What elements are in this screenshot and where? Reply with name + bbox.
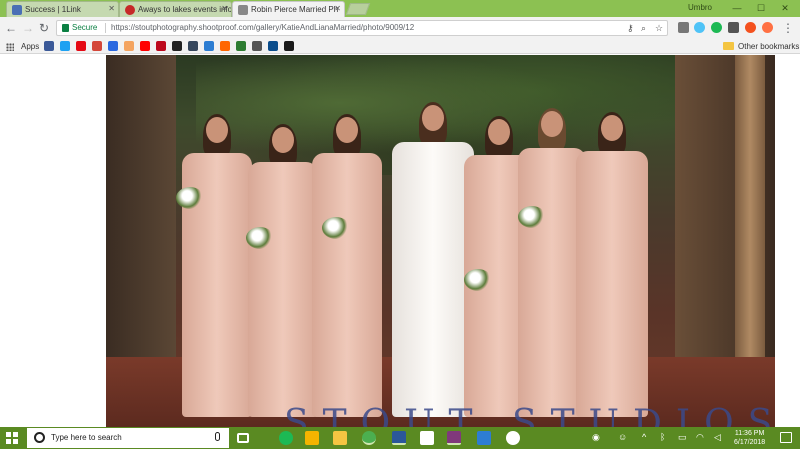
bluetooth-icon[interactable]: ᛒ [660, 432, 665, 442]
tab-favicon [125, 5, 135, 15]
key-icon[interactable]: ⚷ [627, 23, 634, 34]
bookmark-twitter-icon[interactable] [60, 41, 70, 51]
tab-label: Success | 1Link [25, 5, 81, 14]
new-tab-button[interactable] [345, 3, 371, 15]
close-window-icon[interactable]: ✕ [776, 1, 794, 15]
taskbar-word-icon[interactable] [392, 431, 406, 445]
taskbar-app-icon[interactable] [506, 431, 520, 445]
profile-name[interactable]: Umbro [688, 3, 712, 12]
taskbar-sticky-notes-icon[interactable] [420, 431, 434, 445]
bookmark-bookmark-icon[interactable] [284, 41, 294, 51]
bridesmaid-figure [312, 114, 382, 417]
taskbar-messaging-icon[interactable] [477, 431, 491, 445]
bookmark-imdb-icon[interactable] [172, 41, 182, 51]
bookmark-bookmark-icon[interactable] [204, 41, 214, 51]
lock-icon [62, 24, 69, 32]
page-content: STOUT STUDIOS [0, 55, 800, 427]
tab-label: Aways to lakes events info [138, 5, 232, 14]
tab-strip: Success | 1Link ✕ Aways to lakes events … [0, 0, 800, 17]
apps-shortcut[interactable]: Apps [21, 42, 39, 51]
search-placeholder: Type here to search [51, 433, 122, 442]
taskbar-chrome-icon[interactable] [362, 431, 376, 445]
forward-arrow-icon[interactable]: → [21, 21, 35, 35]
tab-close-icon[interactable]: ✕ [221, 4, 228, 13]
bookmark-bookmark-icon[interactable] [268, 41, 278, 51]
windows-start-icon[interactable] [6, 432, 18, 444]
taskbar: Type here to search ◉ ☺ ^ ᛒ ▭ ◠ ◁ 11:36 … [0, 427, 800, 449]
bookmark-youtube-icon[interactable] [140, 41, 150, 51]
taskbar-task-view-icon[interactable] [237, 433, 249, 443]
bookmarks-bar: Apps Other bookmarks [0, 39, 800, 54]
extension-icon[interactable] [694, 22, 705, 33]
notifications-icon[interactable] [780, 432, 792, 443]
tab-close-icon[interactable]: ✕ [108, 4, 115, 13]
reload-icon[interactable]: ↻ [37, 21, 51, 35]
bridesmaid-figure [576, 112, 648, 417]
extension-icon[interactable] [762, 22, 773, 33]
bookmark-pinterest-icon[interactable] [156, 41, 166, 51]
bridesmaid-figure [246, 124, 318, 417]
folder-icon [723, 42, 734, 50]
bookmark-pandora-icon[interactable] [108, 41, 118, 51]
address-bar[interactable]: Secure https://stoutphotography.shootpro… [56, 20, 668, 36]
browser-toolbar: ← → ↻ Secure https://stoutphotography.sh… [0, 17, 800, 39]
bookmark-facebook-icon[interactable] [44, 41, 54, 51]
menu-icon[interactable]: ⋮ [781, 21, 795, 35]
search-icon [34, 432, 45, 443]
extension-icon[interactable] [728, 22, 739, 33]
bookmark-bookmark-icon[interactable] [124, 41, 134, 51]
wifi-icon[interactable]: ◠ [696, 432, 704, 443]
taskbar-onenote-icon[interactable] [447, 431, 461, 445]
tab-favicon [12, 5, 22, 15]
security-label: Secure [72, 23, 98, 32]
tab-label: Robin Pierce Married Ph [251, 5, 339, 14]
bookmark-netflix-icon[interactable] [76, 41, 86, 51]
show-hidden-icons-chevron[interactable]: ^ [642, 432, 646, 442]
volume-icon[interactable]: ◁ [714, 432, 721, 443]
bridesmaid-figure [176, 114, 252, 417]
divider [105, 23, 106, 33]
network-icon[interactable]: ▭ [678, 432, 687, 443]
maximize-icon[interactable]: ☐ [752, 1, 770, 15]
tab-close-icon[interactable]: ✕ [334, 4, 341, 13]
taskbar-clock[interactable]: 11:36 PM 6/17/2018 [734, 429, 765, 447]
tab-3-active[interactable]: Robin Pierce Married Ph ✕ [232, 1, 345, 17]
bookmark-gmail-icon[interactable] [92, 41, 102, 51]
taskbar-search-box[interactable]: Type here to search [27, 428, 229, 448]
url-text[interactable]: https://stoutphotography.shootproof.com/… [111, 23, 414, 32]
bride-figure [392, 102, 474, 417]
people-icon[interactable]: ☺ [618, 432, 627, 442]
wedding-photo[interactable]: STOUT STUDIOS [106, 55, 775, 427]
tray-app-icon[interactable]: ◉ [592, 432, 600, 443]
star-icon[interactable]: ☆ [655, 23, 663, 34]
microphone-icon[interactable] [215, 432, 220, 441]
taskbar-file-explorer-icon[interactable] [333, 431, 347, 445]
taskbar-spotify-icon[interactable] [279, 431, 293, 445]
apps-grid-icon[interactable] [6, 43, 14, 51]
clock-date: 6/17/2018 [734, 439, 766, 446]
taskbar-store-icon[interactable] [305, 431, 319, 445]
extension-icon[interactable] [711, 22, 722, 33]
bookmark-bookmark-icon[interactable] [236, 41, 246, 51]
back-arrow-icon[interactable]: ← [4, 21, 18, 35]
minimize-icon[interactable]: — [728, 1, 746, 15]
tab-favicon [238, 5, 248, 15]
extension-icon[interactable] [745, 22, 756, 33]
extension-icon[interactable] [678, 22, 689, 33]
studio-watermark: STOUT STUDIOS [284, 403, 775, 427]
other-bookmarks-folder[interactable]: Other bookmarks [738, 42, 799, 51]
tab-1[interactable]: Success | 1Link ✕ [6, 1, 119, 17]
bookmark-tumblr-icon[interactable] [188, 41, 198, 51]
zoom-icon[interactable]: ⌕ [641, 23, 646, 34]
bookmark-bookmark-icon[interactable] [220, 41, 230, 51]
bookmark-bookmark-icon[interactable] [252, 41, 262, 51]
clock-time: 11:36 PM [734, 430, 765, 437]
tab-2[interactable]: Aways to lakes events info ✕ [119, 1, 232, 17]
